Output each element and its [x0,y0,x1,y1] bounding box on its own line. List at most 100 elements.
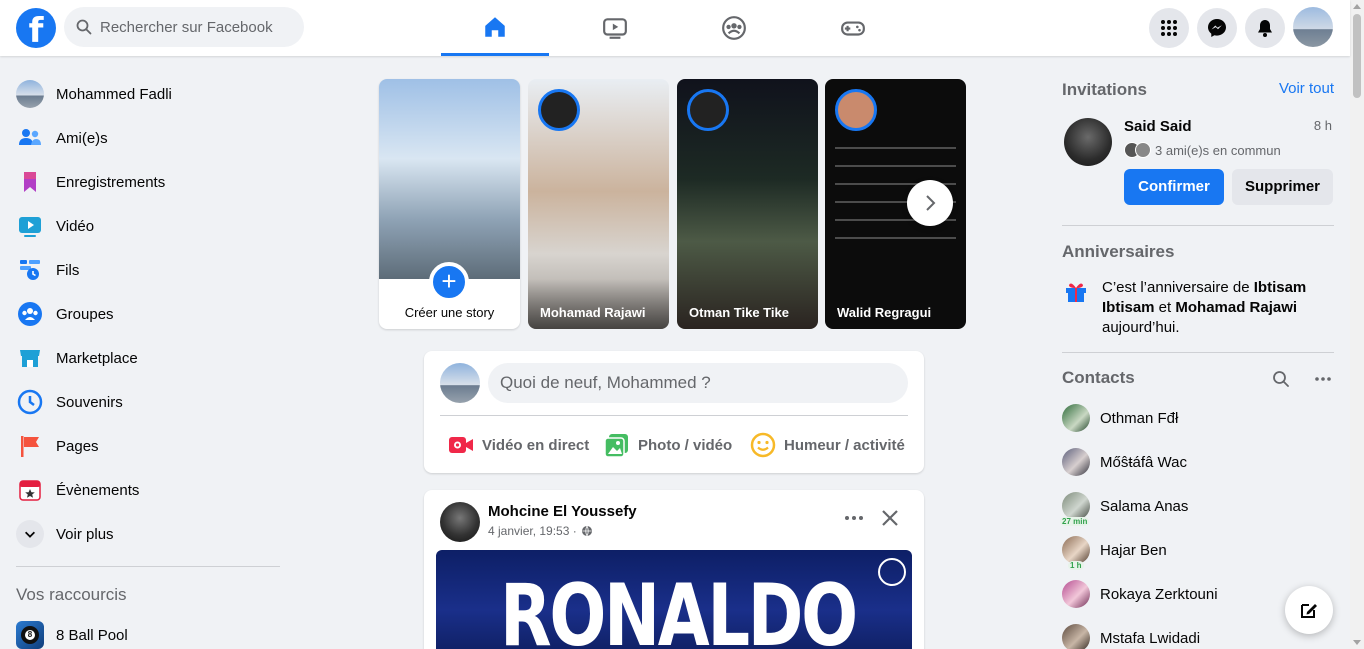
contact-avatar: 27 min [1060,492,1090,526]
avatar[interactable] [440,363,480,403]
action-label: Vidéo en direct [482,436,590,454]
menu-button[interactable] [1149,8,1189,48]
tab-watch[interactable] [561,0,669,56]
top-navigation-bar: f [0,0,1350,56]
contacts-header: Contacts [1062,368,1334,392]
more-options-icon[interactable] [1313,369,1333,389]
messenger-icon [1208,19,1226,37]
section-divider [1062,225,1334,226]
photo-video-button[interactable]: Photo / vidéo [604,429,732,461]
live-video-button[interactable]: Vidéo en direct [448,429,589,461]
close-icon[interactable] [878,506,902,530]
sidebar-item-memories[interactable]: Souvenirs [8,380,288,424]
sidebar-item-profile[interactable]: Mohammed Fadli [8,72,288,116]
invitation-name[interactable]: Said Said [1124,118,1192,135]
bookmark-icon [24,172,36,192]
sidebar-item-video[interactable]: Vidéo [8,204,288,248]
see-all-link[interactable]: Voir tout [1279,80,1334,97]
confirm-button[interactable]: Confirmer [1124,169,1224,205]
sidebar-item-feeds[interactable]: Fils [8,248,288,292]
sidebar-item-label: Groupes [56,305,114,323]
sidebar-item-groups[interactable]: Groupes [8,292,288,336]
sidebar-item-friends[interactable]: Ami(e)s [8,116,288,160]
action-label: Photo / vidéo [638,436,733,454]
scroll-up-arrow[interactable] [1353,4,1361,9]
scroll-down-arrow[interactable] [1353,640,1361,645]
contact-avatar [1062,448,1090,476]
story-card[interactable]: Mohamad Rajawi [528,79,669,329]
post-composer: Quoi de neuf, Mohammed ? Vidéo en direct… [424,351,924,473]
birthdays-title: Anniversaires [1062,242,1175,261]
sidebar-divider [16,566,280,567]
post-author-avatar[interactable] [440,502,480,542]
sidebar-item-label: Fils [56,261,80,279]
video-icon [19,217,41,237]
tab-groups[interactable] [680,0,788,56]
story-name: Otman Tike Tike [689,305,789,320]
plus-icon[interactable]: + [429,262,469,302]
contact-name: Mőŝŧáfâ Wac [1100,453,1187,471]
bell-icon [1258,20,1272,37]
sidebar-item-marketplace[interactable]: Marketplace [8,336,288,380]
groups-icon [18,302,42,326]
contact-item[interactable]: Othman Fđł [1062,396,1334,440]
story-name: Mohamad Rajawi [540,305,646,320]
invitations-title: Invitations [1062,80,1148,99]
create-story-card[interactable]: + Créer une story [379,79,520,329]
search-icon[interactable] [1271,369,1291,389]
messenger-button[interactable] [1197,8,1237,48]
video-play-icon [603,18,627,39]
contact-item[interactable]: 1 h Hajar Ben [1062,528,1334,572]
stories-next-button[interactable] [907,180,953,226]
delete-button[interactable]: Supprimer [1232,169,1333,205]
contact-name: Rokaya Zerktouni [1100,585,1218,603]
sidebar-item-label: Évènements [56,481,140,499]
marketplace-icon [20,350,40,367]
new-message-button[interactable] [1285,586,1333,634]
friends-icon [19,129,41,145]
gift-icon [1066,283,1086,302]
feeling-activity-button[interactable]: Humeur / activité [750,429,905,461]
story-avatar [687,89,729,131]
sidebar-item-label: Vidéo [56,217,95,235]
contact-avatar [1062,404,1090,432]
shortcut-8-ball-pool[interactable]: 8 8 Ball Pool [8,613,288,649]
sidebar-see-more[interactable]: Voir plus [8,512,288,556]
grid-menu-icon [1161,20,1177,36]
post-timestamp[interactable]: 4 janvier, 19:53 · [488,524,577,538]
tab-gaming[interactable] [799,0,907,56]
birthday-suffix: aujourd’hui. [1102,319,1180,336]
invitation-avatar[interactable] [1064,118,1112,166]
account-avatar[interactable] [1293,7,1333,47]
birthday-text: C’est l’anniversaire de Ibtisam Ibtisam … [1102,278,1332,338]
football-icon [878,558,906,586]
post-image[interactable]: RONALDO [436,550,912,649]
story-card[interactable]: Otman Tike Tike [677,79,818,329]
birthday-name-2[interactable]: Mohamad Rajawi [1175,299,1297,316]
left-sidebar: Mohammed Fadli Ami(e)s Enregistrements V… [8,72,288,649]
contact-item[interactable]: Mőŝŧáfâ Wac [1062,440,1334,484]
calendar-icon [19,480,41,501]
post-author-name[interactable]: Mohcine El Youssefy [488,503,637,520]
sidebar-item-events[interactable]: Évènements [8,468,288,512]
smiley-icon [750,432,776,458]
search-box[interactable] [64,7,304,47]
notifications-button[interactable] [1245,8,1285,48]
last-active-badge: 1 h [1068,561,1084,570]
sidebar-item-pages[interactable]: Pages [8,424,288,468]
tab-home[interactable] [441,0,549,56]
post-meta: 4 janvier, 19:53 · [488,524,593,538]
scrollbar-thumb[interactable] [1353,14,1361,98]
composer-input[interactable]: Quoi de neuf, Mohammed ? [488,363,908,403]
feed-post: Mohcine El Youssefy 4 janvier, 19:53 · R… [424,490,924,649]
page-scrollbar[interactable] [1350,0,1364,649]
birthday-notice[interactable]: C’est l’anniversaire de Ibtisam Ibtisam … [1062,278,1332,338]
mutual-friends[interactable]: 3 ami(e)s en commun [1124,142,1281,158]
contact-item[interactable]: 27 min Salama Anas [1060,484,1334,528]
facebook-logo[interactable]: f [16,8,56,48]
clock-icon [17,389,43,415]
search-input[interactable] [100,18,280,36]
more-options-icon[interactable] [842,506,866,530]
story-name: Walid Regragui [837,305,932,320]
sidebar-item-saved[interactable]: Enregistrements [8,160,288,204]
